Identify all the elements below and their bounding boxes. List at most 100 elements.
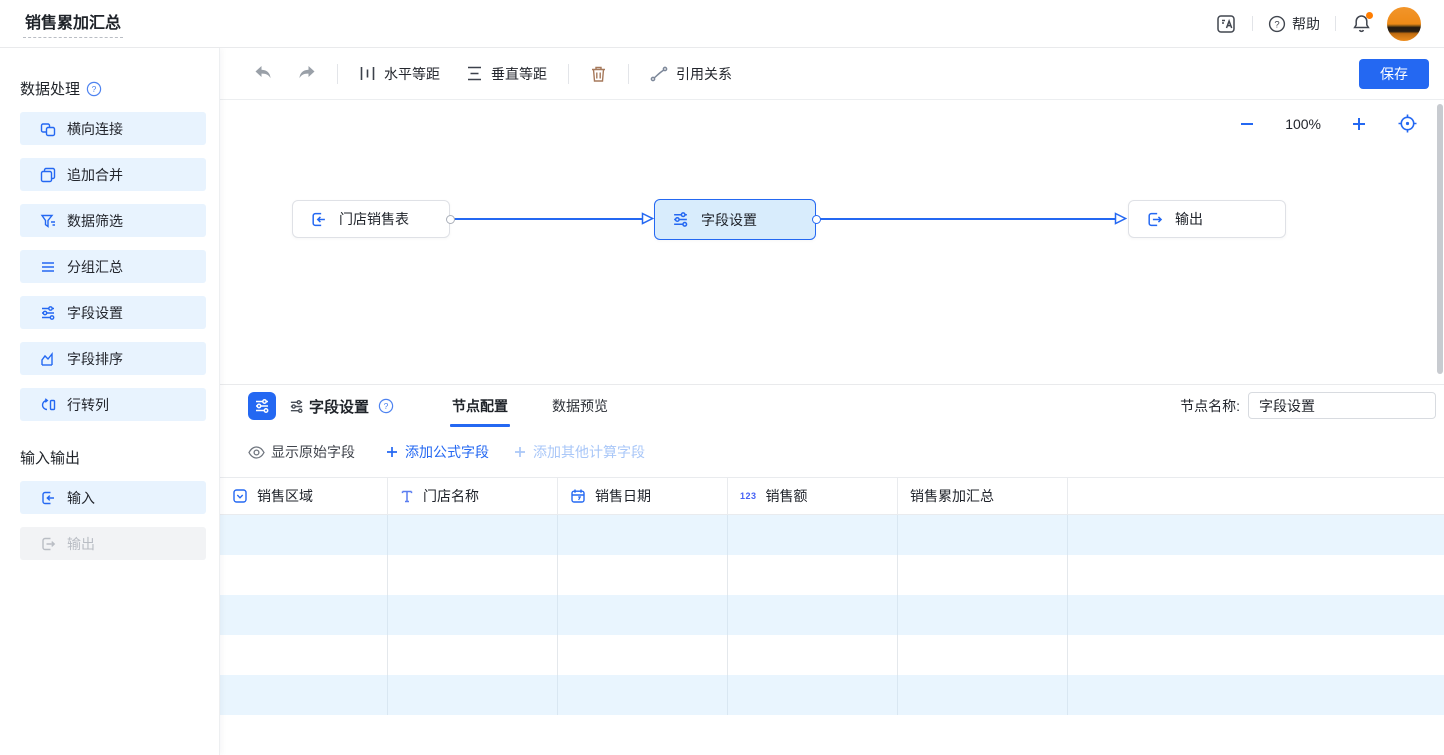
column-header-sales-accumulation[interactable]: 销售累加汇总 xyxy=(898,478,1068,514)
canvas-scrollbar[interactable] xyxy=(1437,104,1443,374)
append-merge-icon xyxy=(40,167,56,183)
tab-node-config[interactable]: 节点配置 xyxy=(452,385,508,427)
question-circle-icon[interactable]: ? xyxy=(378,398,394,414)
add-other-calc-field-label: 添加其他计算字段 xyxy=(533,442,645,462)
table-cell xyxy=(558,595,728,635)
show-original-fields-toggle[interactable]: 显示原始字段 xyxy=(248,442,355,462)
question-circle-icon[interactable]: ? xyxy=(86,81,102,97)
notification-bell-icon[interactable] xyxy=(1351,13,1372,34)
column-header-sales-amount[interactable]: 123 销售额 xyxy=(728,478,898,514)
sidebar-item-input[interactable]: 输入 xyxy=(20,481,206,514)
column-header-sales-region[interactable]: 销售区域 xyxy=(220,478,388,514)
fit-view-icon[interactable] xyxy=(1397,113,1418,134)
zoom-in-icon[interactable] xyxy=(1350,115,1368,133)
section-data-processing: 数据处理 ? xyxy=(20,78,219,99)
text-type-icon xyxy=(400,489,414,504)
help-button[interactable]: ? 帮助 xyxy=(1268,14,1320,34)
panel-actions: 显示原始字段 添加公式字段 添加其他计算字段 xyxy=(220,427,1444,477)
table-cell xyxy=(898,595,1068,635)
node-input-table[interactable]: 门店销售表 xyxy=(292,200,450,238)
sidebar-item-horizontal-join[interactable]: 横向连接 xyxy=(20,112,206,145)
svg-text:?: ? xyxy=(1274,19,1279,30)
topbar-actions: ? 帮助 xyxy=(1215,7,1421,41)
sidebar-item-row-to-column[interactable]: 行转列 xyxy=(20,388,206,421)
node-label: 门店销售表 xyxy=(339,209,409,229)
output-icon xyxy=(40,536,56,552)
horizontal-spacing-label: 水平等距 xyxy=(384,64,440,84)
divider xyxy=(568,64,569,84)
edge[interactable] xyxy=(817,218,1115,220)
plus-icon xyxy=(385,445,399,459)
reference-relation-label: 引用关系 xyxy=(676,64,732,84)
document-title[interactable]: 销售累加汇总 xyxy=(23,9,123,38)
column-header-sales-date[interactable]: 销售日期 xyxy=(558,478,728,514)
add-formula-field-label: 添加公式字段 xyxy=(405,442,489,462)
reference-relation-button[interactable]: 引用关系 xyxy=(650,64,732,84)
question-circle-icon: ? xyxy=(1268,15,1286,33)
delete-icon[interactable] xyxy=(590,65,607,83)
svg-text:?: ? xyxy=(92,84,97,94)
table-cell xyxy=(558,555,728,595)
table-cell xyxy=(898,555,1068,595)
output-icon xyxy=(1146,211,1163,228)
node-name-input[interactable] xyxy=(1248,392,1436,419)
redo-icon[interactable] xyxy=(297,65,316,82)
group-summary-icon xyxy=(40,259,56,275)
edge[interactable] xyxy=(451,218,643,220)
sidebar-item-append-merge[interactable]: 追加合并 xyxy=(20,158,206,191)
edge-arrow-icon xyxy=(1114,212,1127,225)
sidebar-item-label: 行转列 xyxy=(67,395,109,415)
table-row xyxy=(220,515,1444,555)
field-settings-badge-icon xyxy=(248,392,276,420)
table-cell xyxy=(388,635,558,675)
sidebar-item-label: 横向连接 xyxy=(67,119,123,139)
panel-header: 字段设置 ? 节点配置 数据预览 节点名称: xyxy=(220,385,1444,427)
divider xyxy=(628,64,629,84)
help-label: 帮助 xyxy=(1292,14,1320,34)
vertical-spacing-label: 垂直等距 xyxy=(491,64,547,84)
flow-toolbar: 水平等距 垂直等距 xyxy=(220,48,1444,100)
horizontal-spacing-icon xyxy=(359,65,376,82)
undo-icon[interactable] xyxy=(254,65,273,82)
top-bar: 销售累加汇总 ? 帮助 xyxy=(0,0,1444,48)
zoom-out-icon[interactable] xyxy=(1238,115,1256,133)
table-cell xyxy=(1068,555,1444,595)
horizontal-spacing-button[interactable]: 水平等距 xyxy=(359,64,440,84)
show-original-fields-label: 显示原始字段 xyxy=(271,442,355,462)
flow-canvas[interactable]: 100% xyxy=(220,100,1444,384)
sidebar-item-field-sort[interactable]: 字段排序 xyxy=(20,342,206,375)
panel-title: 字段设置 xyxy=(309,396,369,417)
sidebar-item-field-settings[interactable]: 字段设置 xyxy=(20,296,206,329)
sidebar-item-output: 输出 xyxy=(20,527,206,560)
select-type-icon xyxy=(232,488,248,504)
add-formula-field-button[interactable]: 添加公式字段 xyxy=(385,442,489,462)
save-button[interactable]: 保存 xyxy=(1359,59,1429,89)
tab-data-preview[interactable]: 数据预览 xyxy=(552,385,608,427)
node-label: 字段设置 xyxy=(701,210,757,230)
docs-icon[interactable] xyxy=(1215,13,1237,35)
field-sort-icon xyxy=(40,351,56,367)
sidebar-item-group-summary[interactable]: 分组汇总 xyxy=(20,250,206,283)
table-cell xyxy=(1068,515,1444,555)
vertical-spacing-button[interactable]: 垂直等距 xyxy=(466,64,547,84)
column-header-store-name[interactable]: 门店名称 xyxy=(388,478,558,514)
table-cell xyxy=(388,515,558,555)
sidebar-item-label: 字段排序 xyxy=(67,349,123,369)
config-panel: 字段设置 ? 节点配置 数据预览 节点名称: xyxy=(220,384,1444,755)
node-field-settings[interactable]: 字段设置 xyxy=(654,199,816,240)
plus-icon xyxy=(513,445,527,459)
panel-tabs: 节点配置 数据预览 xyxy=(452,385,608,427)
table-row xyxy=(220,635,1444,675)
table-header-row: 销售区域 门店名称 xyxy=(220,477,1444,515)
node-port[interactable] xyxy=(446,215,455,224)
user-avatar[interactable] xyxy=(1387,7,1421,41)
node-output[interactable]: 输出 xyxy=(1128,200,1286,238)
node-port[interactable] xyxy=(812,215,821,224)
table-cell xyxy=(1068,595,1444,635)
divider xyxy=(337,64,338,84)
zoom-controls: 100% xyxy=(1238,113,1418,134)
divider xyxy=(1335,16,1336,31)
column-header-empty xyxy=(1068,478,1444,514)
sidebar-item-data-filter[interactable]: 数据筛选 xyxy=(20,204,206,237)
input-icon xyxy=(310,211,327,228)
